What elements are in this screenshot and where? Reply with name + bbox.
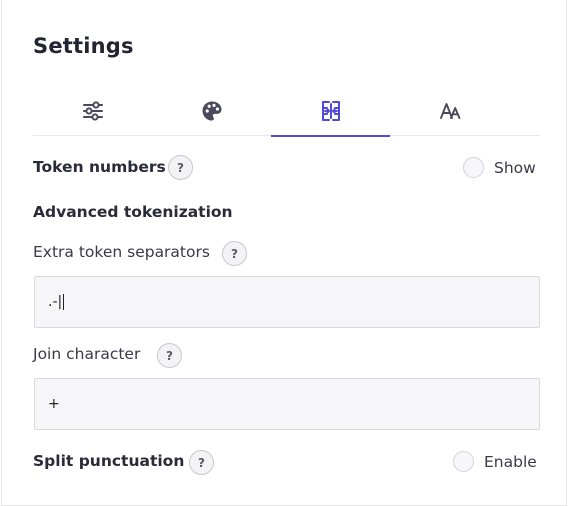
advanced-tokenization-heading: Advanced tokenization <box>33 203 233 221</box>
split-punctuation-label: Split punctuation <box>33 452 185 470</box>
extra-separators-help-button[interactable]: ? <box>222 241 247 266</box>
extra-separators-value: .-| <box>48 294 63 310</box>
token-numbers-label: Token numbers <box>33 158 166 176</box>
split-punctuation-toggle-label: Enable <box>484 452 537 471</box>
palette-icon <box>201 100 223 122</box>
token-numbers-toggle[interactable]: Show <box>463 157 536 178</box>
text-caret <box>63 294 65 310</box>
panel-title: Settings <box>33 34 134 58</box>
token-numbers-help-button[interactable]: ? <box>168 155 193 180</box>
split-punctuation-radio[interactable] <box>453 451 474 472</box>
tab-tokenization[interactable] <box>271 86 390 137</box>
split-punctuation-help-button[interactable]: ? <box>189 450 214 475</box>
join-character-input[interactable]: + <box>34 378 540 430</box>
split-punctuation-toggle[interactable]: Enable <box>453 451 537 472</box>
font-size-icon <box>439 101 461 121</box>
tab-theme[interactable] <box>152 86 271 136</box>
settings-panel: Settings Token numbers ? Show Advanced t… <box>1 0 567 506</box>
token-numbers-toggle-label: Show <box>494 158 536 177</box>
tab-general-settings[interactable] <box>33 86 152 136</box>
settings-tabs <box>33 86 540 137</box>
join-character-help-button[interactable]: ? <box>157 343 182 368</box>
split-columns-icon <box>320 100 342 122</box>
token-numbers-radio[interactable] <box>463 157 484 178</box>
extra-separators-input[interactable]: .-| <box>34 276 540 328</box>
extra-separators-label: Extra token separators <box>33 243 210 261</box>
sliders-icon <box>82 101 104 121</box>
join-character-value: + <box>48 396 60 412</box>
tab-font[interactable] <box>390 86 509 136</box>
join-character-label: Join character <box>33 345 141 363</box>
